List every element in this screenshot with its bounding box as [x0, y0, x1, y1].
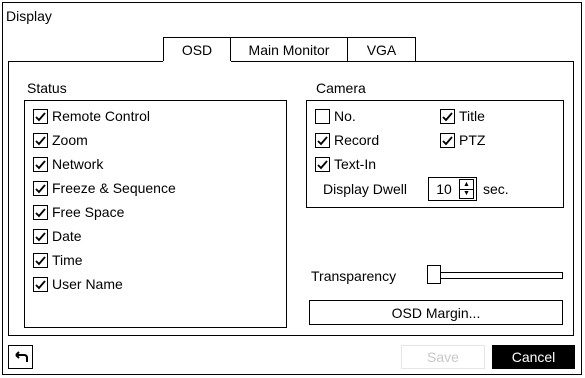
- checkbox[interactable]: [33, 180, 48, 196]
- status-time[interactable]: Time: [33, 252, 83, 268]
- status-zoom[interactable]: Zoom: [33, 132, 88, 148]
- checkbox-label: Text-In: [334, 156, 377, 172]
- checkbox-label: Record: [334, 132, 380, 148]
- osd-margin-button[interactable]: OSD Margin...: [309, 300, 563, 325]
- status-date[interactable]: Date: [33, 228, 82, 244]
- status-network[interactable]: Network: [33, 156, 103, 172]
- check-icon: [35, 255, 46, 265]
- checkbox-label: Date: [52, 228, 82, 244]
- transparency-label: Transparency: [311, 268, 397, 284]
- camera-title[interactable]: Title: [440, 108, 485, 124]
- display-dwell-value[interactable]: 10: [429, 181, 459, 197]
- checkbox[interactable]: [33, 132, 48, 148]
- camera-group-label: Camera: [316, 80, 366, 96]
- check-icon: [442, 111, 453, 121]
- back-arrow-icon: [14, 351, 28, 362]
- status-remote-control[interactable]: Remote Control: [33, 108, 150, 124]
- checkbox[interactable]: [33, 156, 48, 172]
- checkbox[interactable]: [315, 108, 330, 124]
- spinner: ▲ ▼: [459, 179, 474, 199]
- checkbox-label: Remote Control: [52, 108, 151, 124]
- checkbox-label: Zoom: [52, 132, 88, 148]
- checkbox[interactable]: [33, 276, 48, 292]
- checkbox-label: Free Space: [52, 204, 125, 220]
- check-icon: [35, 279, 46, 289]
- checkbox[interactable]: [315, 156, 330, 172]
- checkbox[interactable]: [33, 204, 48, 220]
- checkbox-label: No.: [334, 108, 356, 124]
- slider-thumb[interactable]: [427, 265, 441, 284]
- checkbox[interactable]: [440, 108, 455, 124]
- slider-track[interactable]: [427, 272, 563, 279]
- check-icon: [317, 159, 328, 169]
- active-tab-joiner: [163, 61, 231, 63]
- status-freeze-sequence[interactable]: Freeze & Sequence: [33, 180, 176, 196]
- check-icon: [442, 135, 453, 145]
- check-icon: [35, 231, 46, 241]
- back-button[interactable]: [8, 345, 33, 369]
- status-free-space[interactable]: Free Space: [33, 204, 124, 220]
- checkbox[interactable]: [315, 132, 330, 148]
- check-icon: [35, 111, 46, 121]
- spin-up-icon[interactable]: ▲: [460, 180, 473, 190]
- tab-bar: OSD Main Monitor VGA: [163, 37, 416, 62]
- dialog-title: Display: [6, 8, 52, 24]
- check-icon: [35, 183, 46, 193]
- save-button[interactable]: Save: [401, 345, 485, 369]
- checkbox-label: User Name: [52, 276, 123, 292]
- check-icon: [35, 159, 46, 169]
- camera-record[interactable]: Record: [315, 132, 379, 148]
- transparency-slider[interactable]: [427, 265, 563, 284]
- dwell-unit-label: sec.: [483, 181, 509, 197]
- camera-ptz[interactable]: PTZ: [440, 132, 485, 148]
- tab-vga[interactable]: VGA: [348, 37, 416, 62]
- checkbox[interactable]: [33, 228, 48, 244]
- checkbox[interactable]: [33, 252, 48, 268]
- checkbox-label: Time: [52, 252, 83, 268]
- check-icon: [35, 135, 46, 145]
- checkbox[interactable]: [440, 132, 455, 148]
- tab-osd[interactable]: OSD: [163, 37, 231, 62]
- display-dwell-spinbox[interactable]: 10 ▲ ▼: [428, 177, 477, 201]
- tab-main-monitor[interactable]: Main Monitor: [231, 37, 348, 62]
- checkbox-label: Network: [52, 156, 104, 172]
- cancel-button[interactable]: Cancel: [492, 345, 575, 369]
- camera-text-in[interactable]: Text-In: [315, 156, 376, 172]
- check-icon: [317, 135, 328, 145]
- checkbox-label: Freeze & Sequence: [52, 180, 176, 196]
- camera-no[interactable]: No.: [315, 108, 356, 124]
- status-group-label: Status: [27, 80, 67, 96]
- checkbox-label: Title: [459, 108, 485, 124]
- display-dwell-label: Display Dwell: [323, 181, 408, 197]
- checkbox-label: PTZ: [459, 132, 486, 148]
- check-icon: [35, 207, 46, 217]
- status-user-name[interactable]: User Name: [33, 276, 123, 292]
- spin-down-icon[interactable]: ▼: [460, 190, 473, 199]
- checkbox[interactable]: [33, 108, 48, 124]
